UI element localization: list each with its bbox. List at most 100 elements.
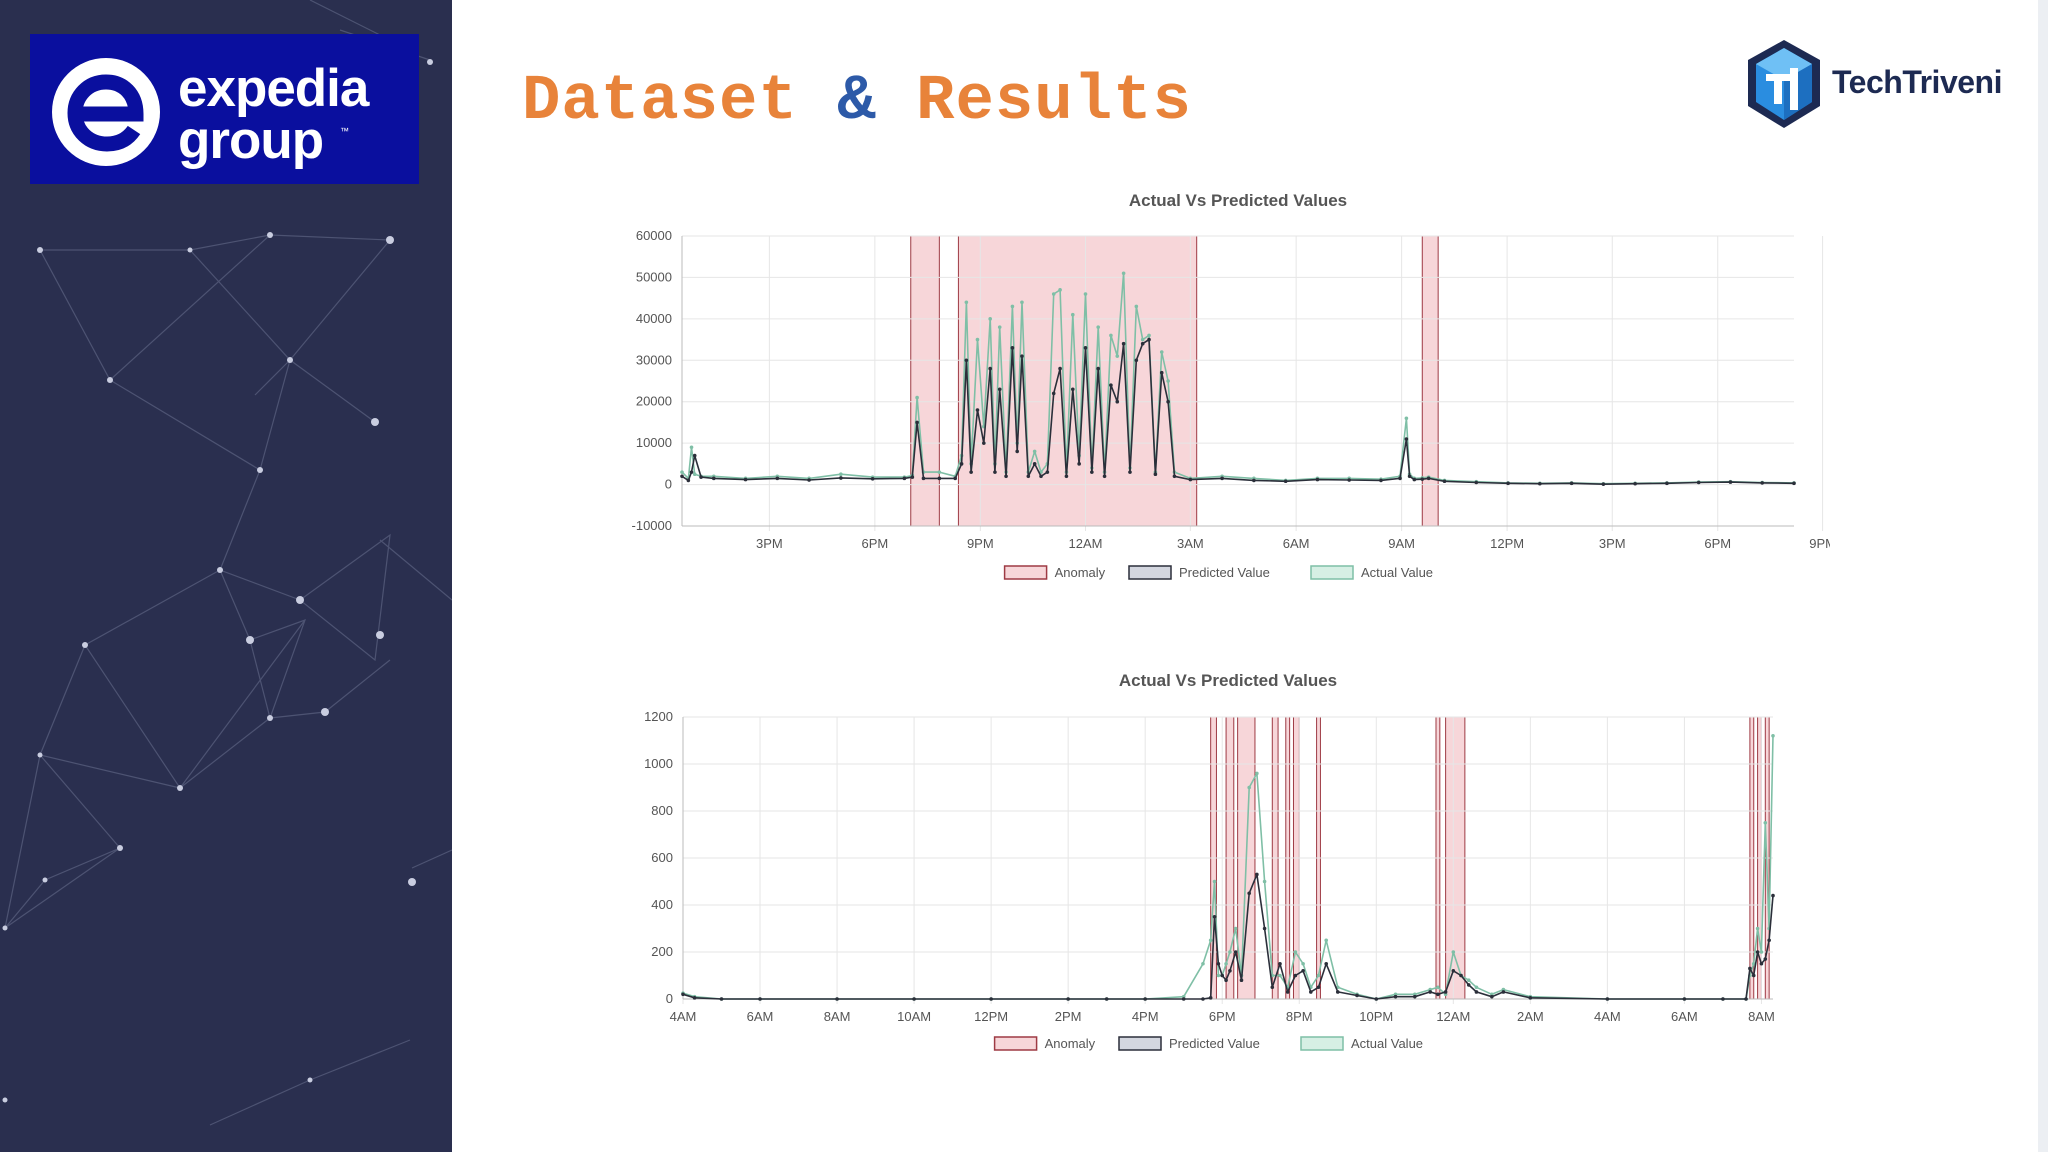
data-point-predicted-value [1039,474,1043,479]
x-tick-label: 9PM [967,536,994,551]
data-point-predicted-value [1490,994,1494,999]
data-point-actual-value [964,300,969,305]
data-point-actual-value [1755,926,1760,931]
data-point-predicted-value [982,441,986,445]
data-point-predicted-value [1166,399,1170,404]
legend-label-actual-value: Actual Value [1351,1036,1423,1051]
y-tick-label: 0 [666,991,673,1006]
legend-label-predicted-value: Predicted Value [1179,565,1270,580]
data-point-actual-value [1759,950,1764,954]
data-point-actual-value [1051,292,1056,296]
data-point-actual-value [1058,288,1062,292]
data-point-predicted-value [1212,914,1217,919]
anomaly-band-1 [910,235,940,527]
data-point-predicted-value [1064,474,1069,479]
data-point-actual-value [1301,961,1305,966]
data-point-predicted-value [711,476,716,481]
y-tick-label: 600 [651,850,673,865]
anomaly-band-3 [1421,235,1439,527]
data-point-predicted-value [910,475,915,479]
x-tick-label: 6AM [747,1009,774,1024]
data-point-actual-value [1208,938,1213,943]
chart-title: Actual Vs Predicted Values [1129,191,1347,210]
data-point-actual-value [1466,978,1471,982]
data-point-predicted-value [969,470,973,474]
data-point-predicted-value [1442,479,1447,484]
data-point-actual-value [1070,312,1075,317]
data-point-actual-value [1474,985,1479,990]
data-point-actual-value [680,470,684,474]
data-point-predicted-value [1208,996,1213,1000]
data-point-predicted-value [988,366,992,371]
legend-label-anomaly: Anomaly [1055,565,1106,580]
legend-swatch-anomaly [993,1036,1038,1051]
data-point-predicted-value [912,997,916,1001]
data-point-predicted-value [1335,990,1340,994]
x-tick-label: 2PM [1055,1009,1082,1024]
x-tick-label: 6PM [1704,536,1731,551]
x-tick-label: 8AM [824,1009,851,1024]
y-tick-label: 60000 [636,228,672,243]
data-point-predicted-value [1374,997,1379,1001]
y-tick-label: 400 [651,897,673,912]
data-point-actual-value [1224,961,1228,966]
chart-actual-vs-predicted-1: Actual Vs Predicted Values -10000 0 10000 20… [632,191,1830,580]
data-point-actual-value [1134,304,1139,309]
data-point-predicted-value [1755,950,1760,954]
data-point-predicted-value [1228,969,1232,973]
data-point-predicted-value [1528,996,1533,1000]
x-tick-label: 8AM [1748,1009,1775,1024]
x-tick-label: 4PM [1132,1009,1159,1024]
data-point-predicted-value [680,474,684,479]
data-point-predicted-value [1285,990,1290,994]
data-point-predicted-value [743,477,748,482]
data-point-predicted-value [1224,978,1228,982]
data-point-predicted-value [870,476,875,481]
data-point-predicted-value [1077,462,1081,466]
x-tick-label: 9AM [1388,536,1415,551]
data-point-predicted-value [1404,437,1409,441]
y-tick-label: 1000 [644,756,673,771]
data-point-actual-value [1324,938,1329,943]
data-point-predicted-value [1398,476,1402,481]
data-point-actual-value [1404,416,1409,421]
title-word-results: Results [916,66,1192,138]
data-point-predicted-value [1474,480,1479,485]
data-point-actual-value [1228,950,1232,954]
data-point-actual-value [1255,771,1259,776]
data-point-actual-value [1032,449,1037,454]
data-point-predicted-value [1188,477,1193,482]
data-point-predicted-value [1045,470,1050,474]
data-point-predicted-value [1744,997,1748,1001]
data-point-predicted-value [1278,961,1282,966]
x-tick-label: 6AM [1283,536,1310,551]
data-point-predicted-value [1459,973,1463,978]
x-tick-label: 12PM [974,1009,1008,1024]
x-tick-label: 6PM [1209,1009,1236,1024]
data-point-actual-value [1109,333,1113,338]
data-point-predicted-value [937,476,942,481]
legend-label-anomaly: Anomaly [1045,1036,1096,1051]
data-point-predicted-value [1315,477,1320,482]
data-point-predicted-value [1309,990,1313,994]
data-point-predicted-value [719,997,724,1001]
x-tick-label: 3PM [1599,536,1626,551]
y-tick-label: 0 [665,477,672,492]
data-point-predicted-value [1767,938,1771,943]
data-point-predicted-value [1096,366,1101,371]
data-point-predicted-value [1601,482,1606,486]
y-tick-label: 800 [651,803,673,818]
page-title: Dataset & Results [522,66,1192,138]
legend-swatch-anomaly [1003,565,1048,580]
data-point-predicted-value [1051,391,1056,396]
data-point-predicted-value [839,476,843,480]
data-point-predicted-value [1443,990,1448,994]
data-point-actual-value [1140,337,1145,342]
data-point-predicted-value [1262,926,1267,931]
data-point-actual-value [1278,973,1282,978]
data-point-actual-value [1159,350,1164,354]
data-point-actual-value [1201,961,1205,966]
data-point-predicted-value [902,476,907,481]
series-line-actual-value [681,272,1795,485]
y-tick-label: 50000 [636,269,672,284]
